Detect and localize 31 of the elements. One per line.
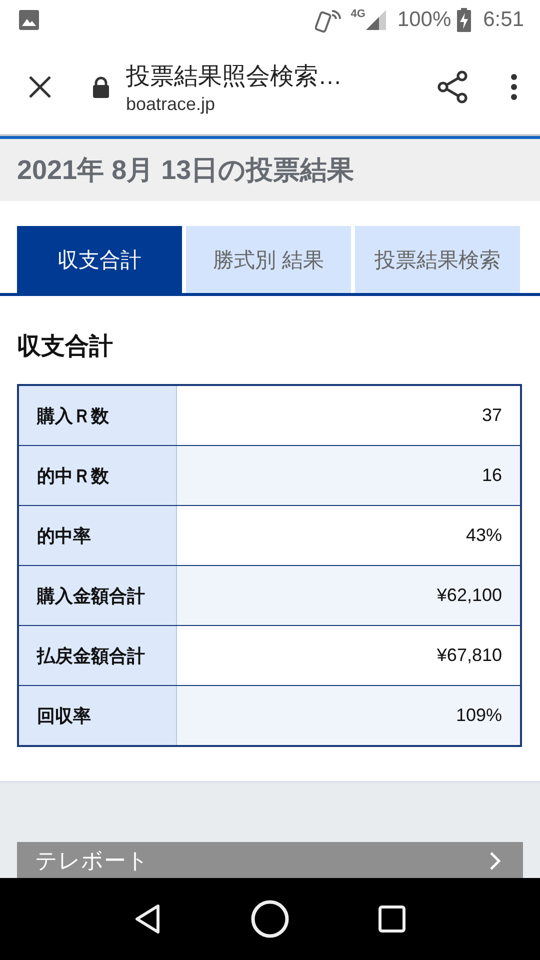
page-heading: 2021年 8月 13日の投票結果 — [17, 154, 354, 187]
battery-charging-icon — [457, 8, 472, 32]
row-label: 購入金額合計 — [19, 566, 177, 625]
battery-percent: 100% — [397, 8, 452, 32]
tab[interactable]: 勝式別 結果 — [186, 226, 351, 293]
more-icon[interactable] — [510, 73, 518, 101]
network-label: 4G — [350, 8, 366, 20]
page-url: boatrace.jp — [126, 94, 216, 114]
link-button[interactable]: テレボート — [17, 842, 523, 878]
recents-icon[interactable] — [378, 905, 406, 933]
section-title: 収支合計 — [17, 332, 114, 362]
table-cell: 16 — [177, 446, 520, 505]
clock: 6:51 — [483, 8, 524, 32]
row-label: 払戻金額合計 — [19, 626, 177, 685]
share-icon[interactable] — [436, 70, 470, 104]
tab[interactable]: 投票結果検索 — [355, 226, 520, 293]
home-icon[interactable] — [250, 900, 289, 938]
row-label: 的中率 — [19, 506, 177, 565]
close-icon[interactable] — [28, 75, 52, 99]
table-cell: 109% — [177, 686, 520, 745]
image-icon — [18, 9, 40, 31]
page-title: 投票結果照会検索… — [126, 62, 343, 92]
row-label: 購入Ｒ数 — [19, 386, 177, 445]
table-cell: ¥62,100 — [177, 566, 520, 625]
row-label: 的中Ｒ数 — [19, 446, 177, 505]
signal-icon — [365, 9, 388, 31]
tab[interactable]: 収支合計 — [17, 226, 182, 293]
lock-icon — [92, 76, 110, 98]
row-label: 回収率 — [19, 686, 177, 745]
back-icon[interactable] — [134, 903, 162, 935]
chevron-right-icon — [489, 851, 501, 871]
